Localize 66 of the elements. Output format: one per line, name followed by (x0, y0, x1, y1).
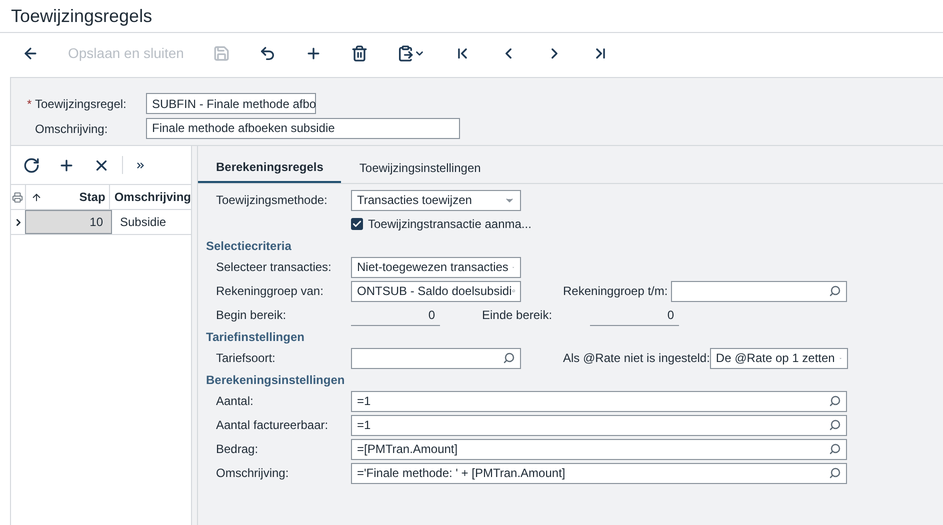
search-icon (503, 352, 515, 364)
column-header: Omschrijving (114, 190, 191, 204)
search-icon (829, 443, 841, 455)
lookup-field[interactable] (671, 280, 847, 302)
sort-arrow-icon (30, 192, 42, 202)
dropdown-value: Niet-toegewezen transacties (357, 259, 508, 276)
dropdown[interactable]: Niet-toegewezen transacties (351, 256, 521, 278)
refresh-icon (23, 156, 40, 174)
field-value: =[PMTran.Amount] (357, 441, 459, 458)
undo-icon (258, 44, 276, 62)
search-icon (829, 419, 841, 431)
field-value: ONTSUB - Saldo doelsubsidi (357, 283, 512, 300)
column-header: Stap (79, 189, 106, 206)
search-icon (829, 467, 841, 479)
table-cell: 10 (25, 210, 112, 234)
trash-icon (350, 44, 368, 62)
number-field[interactable]: 0 (590, 304, 679, 326)
field-label: Als @Rate niet is ingesteld: (563, 351, 710, 365)
field-label: Toewijzingsmethode: (216, 193, 328, 207)
save-icon (212, 44, 230, 62)
field-label: Aantal: (216, 394, 254, 408)
field-value: SUBFIN - Finale methode afbo (152, 96, 316, 112)
field-label: Selecteer transacties: (216, 260, 332, 274)
dropdown-value: De @Rate op 1 zetten (716, 350, 835, 367)
required-marker: * (27, 96, 32, 110)
field-label: Rekeninggroep t/m: (563, 284, 668, 298)
field-label: Toewijzingsregel: (35, 96, 126, 112)
grid-row[interactable]: 10 Subsidie (11, 210, 191, 235)
lookup-field[interactable] (351, 348, 521, 368)
field-label: Rekeninggroep van: (216, 284, 324, 298)
checkbox-label: Toewijzingstransactie aanma... (368, 216, 532, 233)
field-value: =1 (357, 417, 372, 434)
tab[interactable]: Berekeningsregels (198, 153, 342, 183)
number-field[interactable]: 0 (351, 304, 440, 326)
lookup-field[interactable]: =1 (351, 390, 847, 412)
dropdown[interactable]: De @Rate op 1 zetten (710, 348, 848, 368)
tab[interactable]: Toewijzingsinstellingen (341, 153, 499, 183)
check-icon (352, 219, 362, 229)
dropdown-value: Transacties toewijzen (357, 192, 473, 209)
field-label: Einde bereik: (482, 308, 552, 322)
field-label: Tariefsoort: (216, 351, 276, 365)
field-value: ='Finale methode: ' + [PMTran.Amount] (357, 465, 566, 482)
section-heading: Tariefinstellingen (206, 328, 304, 346)
printer-icon (12, 192, 24, 202)
lookup-field[interactable]: ONTSUB - Saldo doelsubsidi (351, 280, 521, 302)
section-heading: Berekeningsinstellingen (206, 372, 345, 388)
lookup-field[interactable]: =[PMTran.Amount] (351, 438, 847, 460)
checkbox[interactable] (351, 218, 363, 230)
text-field[interactable]: Finale methode afboeken subsidie (146, 118, 460, 139)
dropdown[interactable]: Transacties toewijzen (351, 190, 521, 210)
field-label: Bedrag: (216, 442, 258, 456)
lookup-field[interactable]: SUBFIN - Finale methode afbo (146, 93, 316, 114)
page-title: Toewijzingsregels (11, 4, 152, 28)
section-heading: Selectiecriteria (206, 238, 292, 254)
double-chevron-icon (135, 160, 146, 170)
search-icon (829, 285, 841, 297)
field-label: Omschrijving: (35, 120, 108, 138)
table-cell-text: Subsidie (119, 214, 168, 231)
field-label: Aantal factureerbaar: (216, 418, 328, 432)
clipboard-icon (396, 44, 414, 62)
lookup-field[interactable]: =1 (351, 414, 847, 436)
lookup-field[interactable]: ='Finale methode: ' + [PMTran.Amount] (351, 462, 847, 484)
search-icon (829, 395, 841, 407)
field-value: =1 (357, 393, 372, 410)
field-label: Begin bereik: (216, 308, 286, 322)
field-label: Omschrijving: (216, 466, 289, 480)
